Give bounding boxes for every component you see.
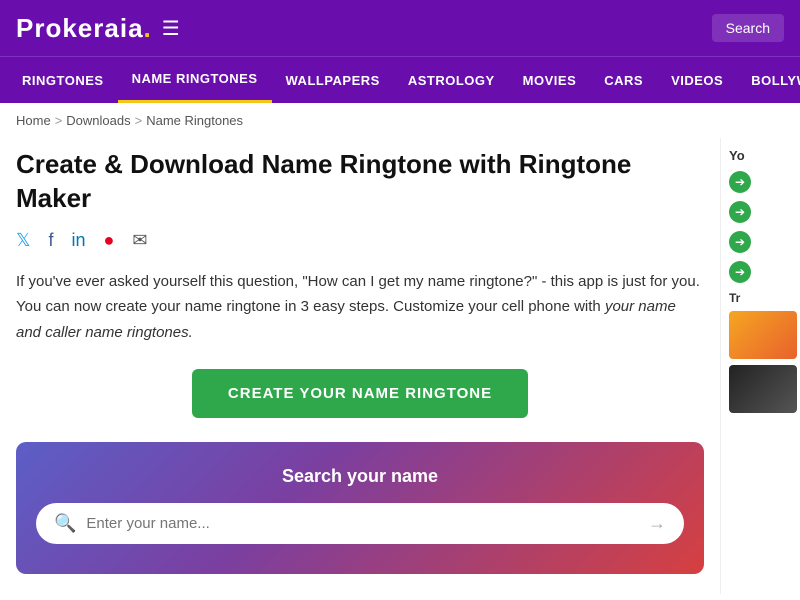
nav-item-bollywood[interactable]: BOLLYW... bbox=[737, 59, 800, 102]
sidebar-arrow-icon-3[interactable]: ➔ bbox=[729, 231, 751, 253]
description-quote: "How can I get my name ringtone?" bbox=[302, 273, 537, 290]
name-input[interactable] bbox=[86, 515, 638, 532]
sidebar-arrow-icon-1[interactable]: ➔ bbox=[729, 171, 751, 193]
email-icon[interactable]: ✉ bbox=[132, 230, 147, 251]
search-arrow-button[interactable]: → bbox=[648, 513, 666, 534]
nav-item-wallpapers[interactable]: WALLPAPERS bbox=[272, 59, 394, 102]
search-button[interactable]: Search bbox=[712, 14, 784, 42]
main-nav: RINGTONES NAME RINGTONES WALLPAPERS ASTR… bbox=[0, 56, 800, 103]
logo-dot: . bbox=[144, 13, 152, 43]
breadcrumb-home[interactable]: Home bbox=[16, 113, 51, 128]
logo-area: Prokeraia. ☰ bbox=[16, 13, 180, 44]
social-icons: 𝕏 f in ● ✉ bbox=[16, 230, 704, 251]
linkedin-icon[interactable]: in bbox=[72, 230, 86, 251]
sidebar-arrow-4: ➔ bbox=[729, 261, 792, 283]
header: Prokeraia. ☰ Search bbox=[0, 0, 800, 56]
breadcrumb-current: Name Ringtones bbox=[146, 113, 243, 128]
nav-item-cars[interactable]: CARS bbox=[590, 59, 657, 102]
logo: Prokeraia. bbox=[16, 13, 152, 44]
name-search-bar: 🔍 → bbox=[36, 503, 684, 544]
description-text: If you've ever asked yourself this quest… bbox=[16, 269, 704, 346]
sidebar-arrow-2: ➔ bbox=[729, 201, 792, 223]
pinterest-icon[interactable]: ● bbox=[104, 230, 115, 251]
sidebar-trending-label: Tr bbox=[729, 291, 792, 305]
content-area: Create & Download Name Ringtone with Rin… bbox=[0, 138, 720, 594]
page-title: Create & Download Name Ringtone with Rin… bbox=[16, 148, 704, 216]
breadcrumb: Home > Downloads > Name Ringtones bbox=[0, 103, 800, 138]
search-section-title: Search your name bbox=[36, 466, 684, 487]
facebook-icon[interactable]: f bbox=[49, 230, 54, 251]
search-section: Search your name 🔍 → bbox=[16, 442, 704, 574]
breadcrumb-sep2: > bbox=[135, 113, 143, 128]
sidebar-arrow-1: ➔ bbox=[729, 171, 792, 193]
search-icon: 🔍 bbox=[54, 513, 76, 534]
sidebar-image-1 bbox=[729, 311, 797, 359]
sidebar-image-2 bbox=[729, 365, 797, 413]
main-layout: Create & Download Name Ringtone with Rin… bbox=[0, 138, 800, 594]
hamburger-icon[interactable]: ☰ bbox=[162, 16, 180, 41]
sidebar-yo-label: Yo bbox=[729, 148, 792, 163]
nav-item-astrology[interactable]: ASTROLOGY bbox=[394, 59, 509, 102]
sidebar-arrow-icon-4[interactable]: ➔ bbox=[729, 261, 751, 283]
nav-item-movies[interactable]: MOVIES bbox=[509, 59, 591, 102]
sidebar-arrow-3: ➔ bbox=[729, 231, 792, 253]
sidebar-arrow-icon-2[interactable]: ➔ bbox=[729, 201, 751, 223]
twitter-icon[interactable]: 𝕏 bbox=[16, 230, 31, 251]
sidebar: Yo ➔ ➔ ➔ ➔ Tr bbox=[720, 138, 800, 594]
breadcrumb-sep1: > bbox=[55, 113, 63, 128]
cta-button[interactable]: CREATE YOUR NAME RINGTONE bbox=[192, 369, 528, 418]
nav-item-videos[interactable]: VIDEOS bbox=[657, 59, 737, 102]
nav-item-ringtones[interactable]: RINGTONES bbox=[8, 59, 118, 102]
description-part1: If you've ever asked yourself this quest… bbox=[16, 273, 302, 290]
nav-item-name-ringtones[interactable]: NAME RINGTONES bbox=[118, 57, 272, 103]
breadcrumb-downloads[interactable]: Downloads bbox=[66, 113, 130, 128]
